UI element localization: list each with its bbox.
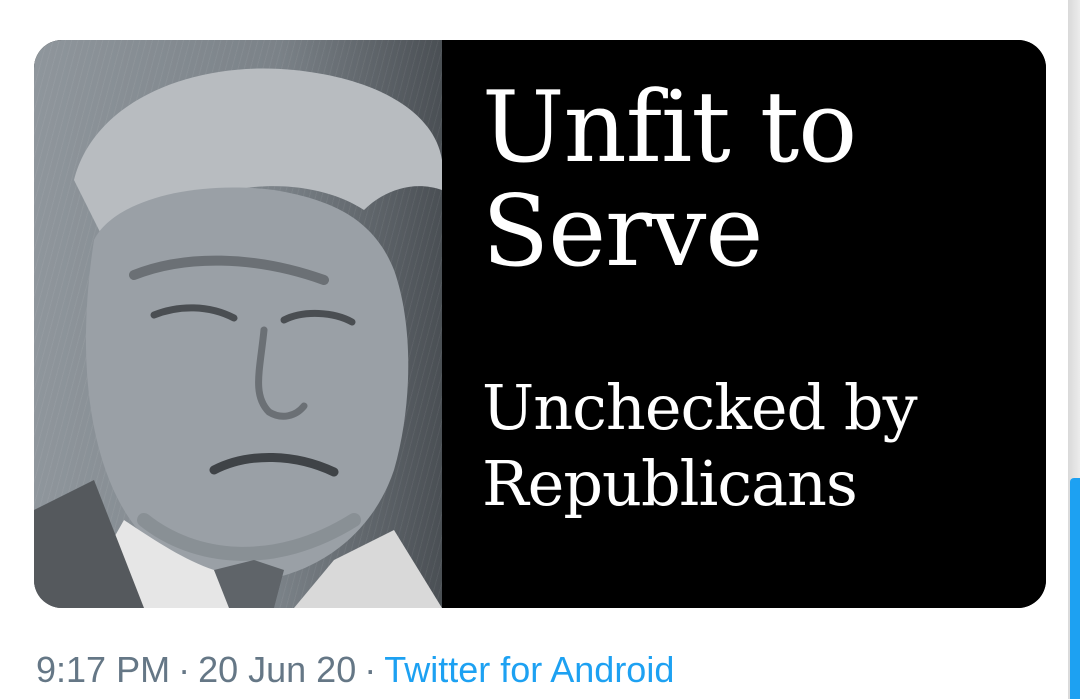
tweet-timestamp-line: 9:17 PM · 20 Jun 20 · Twitter for Android — [36, 646, 674, 694]
tweet-date: 20 Jun 20 — [198, 649, 357, 690]
headline-line-2: Serve — [482, 175, 763, 289]
portrait-photo — [34, 40, 442, 608]
tweet-source-link[interactable]: Twitter for Android — [384, 649, 674, 690]
subhead-line-2: Republicans — [482, 447, 858, 520]
tweet-detail-screen: Unfit to Serve Unchecked by Republicans … — [0, 0, 1080, 699]
meta-separator: · — [364, 649, 377, 690]
image-subheadline: Unchecked by Republicans — [482, 370, 1042, 522]
headline-panel: Unfit to Serve Unchecked by Republicans — [442, 40, 1046, 608]
headline-line-1: Unfit to — [482, 71, 857, 185]
meta-separator: · — [178, 649, 191, 690]
tweet-time: 9:17 PM — [36, 649, 171, 690]
portrait-illustration — [34, 68, 442, 608]
scrollbar-thumb[interactable] — [1070, 478, 1080, 699]
subhead-line-1: Unchecked by — [482, 371, 918, 444]
image-headline: Unfit to Serve — [482, 76, 1022, 284]
tweet-image[interactable]: Unfit to Serve Unchecked by Republicans — [34, 40, 1046, 608]
